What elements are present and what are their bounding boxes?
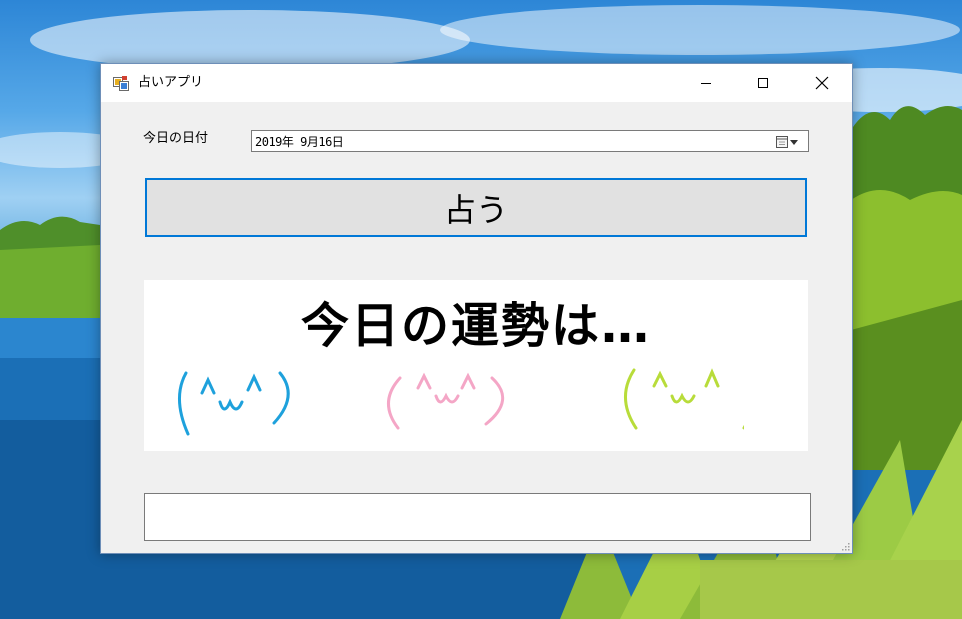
resize-grip-icon[interactable] <box>840 541 850 551</box>
date-picker[interactable]: 2019年 9月16日 <box>251 130 809 152</box>
fortune-picture: 今日の運勢は… <box>144 280 808 451</box>
fortune-button[interactable]: 占う <box>145 178 807 237</box>
result-textbox[interactable] <box>144 493 811 541</box>
app-icon <box>113 75 129 91</box>
date-label: 今日の日付 <box>143 131 209 146</box>
close-button[interactable] <box>793 64 851 102</box>
face-pink <box>387 372 504 430</box>
minimize-icon <box>701 83 711 84</box>
close-icon <box>815 76 829 90</box>
maximize-button[interactable] <box>734 64 792 102</box>
face-blue <box>177 371 290 436</box>
maximize-icon <box>758 78 768 88</box>
app-window: 占いアプリ 今日の日付 2019年 9月16日 占う 今日の運勢は… <box>100 63 853 554</box>
date-value: 2019年 9月16日 <box>255 135 344 149</box>
minimize-button[interactable] <box>677 64 735 102</box>
window-title: 占いアプリ <box>138 75 204 90</box>
fortune-headline: 今日の運勢は… <box>300 298 651 354</box>
title-bar[interactable]: 占いアプリ <box>101 64 852 102</box>
calendar-dropdown-icon[interactable] <box>774 134 802 150</box>
face-green <box>624 368 744 430</box>
